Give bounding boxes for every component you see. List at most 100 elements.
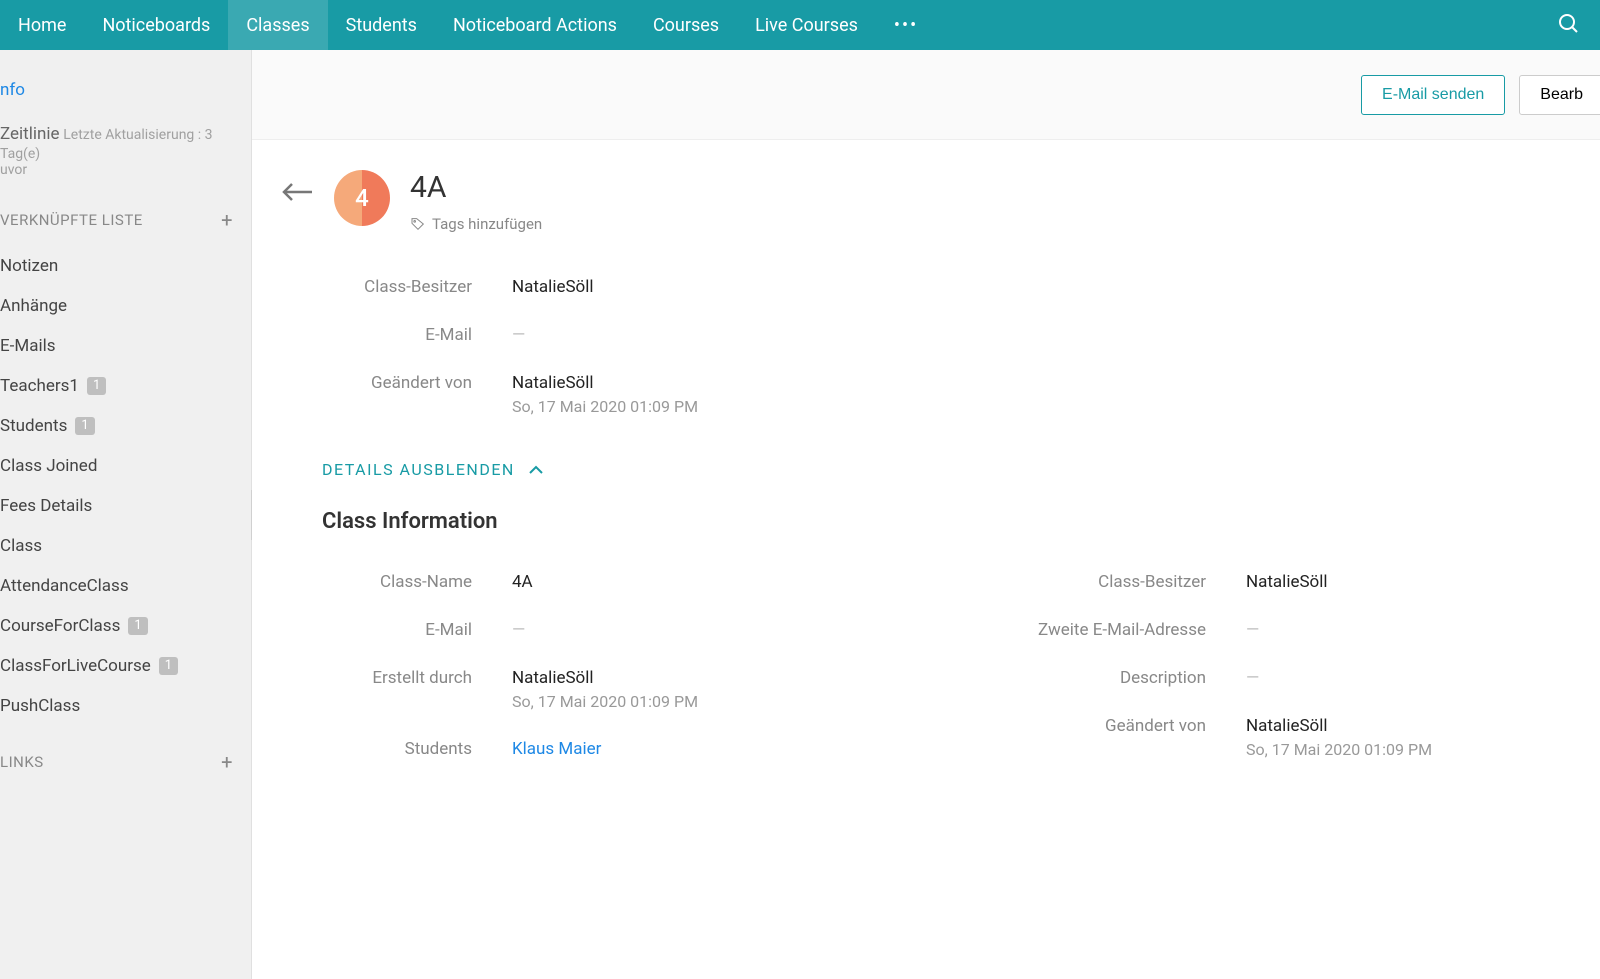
field-value-wrap: NatalieSöll: [1246, 572, 1328, 592]
field-label: E-Mail: [312, 620, 512, 640]
field-value: —: [512, 620, 525, 640]
add-tags-button[interactable]: Tags hinzufügen: [410, 215, 542, 233]
nav-item-noticeboard-actions[interactable]: Noticeboard Actions: [435, 0, 635, 50]
sidebar-item-fees-details[interactable]: Fees Details: [0, 486, 251, 526]
field-value: NatalieSöll: [1246, 716, 1432, 736]
field-value-wrap: NatalieSöllSo, 17 Mai 2020 01:09 PM: [1246, 716, 1432, 759]
class-info-grid: Class-Name4AE-Mail—Erstellt durchNatalie…: [252, 558, 1600, 773]
field-row: StudentsKlaus Maier: [312, 725, 956, 773]
sidebar-item-anhänge[interactable]: Anhänge: [0, 286, 251, 326]
field-row: Zweite E-Mail-Adresse—: [956, 606, 1600, 654]
field-label: Class-Besitzer: [312, 277, 512, 297]
field-value-wrap: —: [1246, 668, 1259, 688]
action-bar: E-Mail senden Bearb: [252, 50, 1600, 140]
badge: 1: [87, 377, 106, 395]
sidebar-item-students[interactable]: Students 1: [0, 406, 251, 446]
field-label: E-Mail: [312, 325, 512, 345]
field-label: Geändert von: [312, 373, 512, 416]
sidebar-item-classforlivecourse[interactable]: ClassForLiveCourse 1: [0, 646, 251, 686]
details-toggle[interactable]: DETAILS AUSBLENDEN: [252, 430, 1600, 509]
class-info-heading: Class Information: [252, 509, 1600, 558]
back-icon[interactable]: [282, 170, 314, 210]
field-value-wrap: 4A: [512, 572, 533, 592]
record-title: 4A: [410, 170, 542, 205]
add-linked-icon[interactable]: +: [221, 208, 233, 232]
sidebar-item-notizen[interactable]: Notizen: [0, 246, 251, 286]
timeline-sub2: uvor: [0, 162, 239, 178]
sidebar-item-class[interactable]: Class: [0, 526, 251, 566]
more-icon[interactable]: •••: [876, 15, 936, 36]
nav-item-students[interactable]: Students: [328, 0, 435, 50]
field-value-wrap: NatalieSöll: [512, 277, 594, 297]
field-row: Class-Name4A: [312, 558, 956, 606]
field-label: Zweite E-Mail-Adresse: [956, 620, 1246, 640]
timeline-label: Zeitlinie: [0, 124, 60, 144]
main-content: E-Mail senden Bearb 4 4A Tags hinzufügen…: [252, 50, 1600, 979]
sidebar-item-label: CourseForClass: [0, 616, 120, 636]
record-header: 4 4A Tags hinzufügen: [252, 140, 1600, 263]
badge: 1: [75, 417, 94, 435]
sidebar-item-label: E-Mails: [0, 336, 56, 356]
badge: 1: [159, 657, 178, 675]
nav-item-courses[interactable]: Courses: [635, 0, 737, 50]
avatar: 4: [334, 170, 390, 226]
field-row: E-Mail—: [312, 311, 1600, 359]
edit-button[interactable]: Bearb: [1519, 75, 1600, 115]
field-label: Erstellt durch: [312, 668, 512, 711]
add-link-icon[interactable]: +: [221, 750, 233, 774]
field-label: Description: [956, 668, 1246, 688]
sidebar-item-e-mails[interactable]: E-Mails: [0, 326, 251, 366]
field-row: Geändert vonNatalieSöll So, 17 Mai 2020 0…: [312, 359, 1600, 430]
sidebar-item-attendanceclass[interactable]: AttendanceClass: [0, 566, 251, 606]
field-value-wrap: NatalieSöll So, 17 Mai 2020 01:09 PM: [512, 668, 698, 711]
sidebar-item-label: Fees Details: [0, 496, 92, 516]
search-icon[interactable]: [1536, 11, 1600, 39]
field-value-wrap: —: [1246, 620, 1259, 640]
field-value: NatalieSöll: [512, 373, 698, 393]
sidebar-item-label: Students: [0, 416, 67, 436]
sidebar-item-label: Class: [0, 536, 42, 556]
sidebar-item-label: PushClass: [0, 696, 80, 716]
field-label: Geändert von: [956, 716, 1246, 759]
linked-list-label: VERKNÜPFTE LISTE: [0, 211, 143, 229]
field-value: NatalieSöll: [512, 277, 594, 297]
field-label: Students: [312, 739, 512, 759]
field-value[interactable]: Klaus Maier: [512, 739, 601, 759]
field-value-wrap: —: [512, 620, 525, 640]
field-label: Class-Besitzer: [956, 572, 1246, 592]
sidebar-item-label: Class Joined: [0, 456, 97, 476]
sidebar-item-label: Teachers1: [0, 376, 79, 396]
field-value: —: [512, 325, 525, 345]
sidebar-item-label: ClassForLiveCourse: [0, 656, 151, 676]
sidebar-item-pushclass[interactable]: PushClass: [0, 686, 251, 726]
details-toggle-label: DETAILS AUSBLENDEN: [322, 460, 515, 479]
sidebar-item-courseforclass[interactable]: CourseForClass 1: [0, 606, 251, 646]
field-value-wrap: Klaus Maier: [512, 739, 601, 759]
timeline[interactable]: Zeitlinie Letzte Aktualisierung : 3 Tag(…: [0, 124, 251, 178]
nav-item-home[interactable]: Home: [0, 0, 84, 50]
badge: 1: [128, 617, 147, 635]
field-row: Erstellt durchNatalieSöll So, 17 Mai 2020…: [312, 654, 956, 725]
field-sub: So, 17 Mai 2020 01:09 PM: [512, 397, 698, 416]
info-link[interactable]: nfo: [0, 80, 251, 124]
summary-fields: Class-BesitzerNatalieSöllE-Mail—Geändert…: [252, 263, 1600, 430]
sidebar-item-label: Anhänge: [0, 296, 67, 316]
nav-item-live-courses[interactable]: Live Courses: [737, 0, 876, 50]
field-row: Geändert vonNatalieSöllSo, 17 Mai 2020 0…: [956, 702, 1600, 773]
add-tags-label: Tags hinzufügen: [432, 215, 542, 233]
field-value: NatalieSöll: [512, 668, 698, 688]
nav-item-noticeboards[interactable]: Noticeboards: [84, 0, 228, 50]
sidebar-item-class-joined[interactable]: Class Joined: [0, 446, 251, 486]
field-value-wrap: NatalieSöll So, 17 Mai 2020 01:09 PM: [512, 373, 698, 416]
send-email-button[interactable]: E-Mail senden: [1361, 75, 1505, 115]
field-value: —: [1246, 620, 1259, 640]
field-sub: So, 17 Mai 2020 01:09 PM: [512, 692, 698, 711]
tag-icon: [410, 216, 426, 232]
sidebar-item-label: Notizen: [0, 256, 58, 276]
chevron-up-icon: [529, 465, 543, 475]
links-heading: LINKS +: [0, 750, 251, 774]
sidebar-item-teachers1[interactable]: Teachers1 1: [0, 366, 251, 406]
field-row: Class-BesitzerNatalieSöll: [312, 263, 1600, 311]
field-value: NatalieSöll: [1246, 572, 1328, 592]
nav-item-classes[interactable]: Classes: [228, 0, 327, 50]
